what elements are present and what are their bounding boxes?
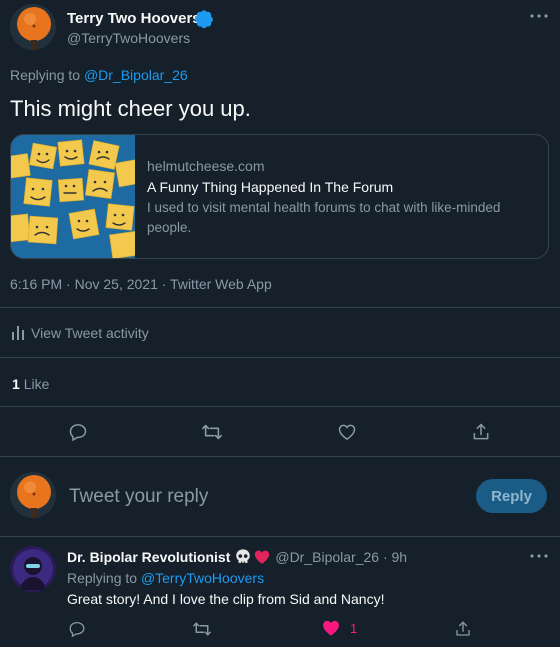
more-icon[interactable] — [528, 8, 550, 24]
reply-reply-icon[interactable] — [66, 618, 88, 640]
card-domain: helmutcheese.com — [147, 158, 265, 174]
card-description-line1: I used to visit mental health forums to … — [147, 200, 501, 215]
card-image — [11, 135, 135, 258]
reply-author-name[interactable]: Dr. Bipolar Revolutionist — [67, 549, 230, 565]
replying-to: Replying to @Dr_Bipolar_26 — [10, 67, 188, 83]
share-icon[interactable] — [469, 420, 493, 444]
tweet-activity-link[interactable]: View Tweet activity — [12, 325, 149, 341]
activity-label: View Tweet activity — [31, 325, 149, 341]
reply-button[interactable]: Reply — [476, 479, 547, 513]
reply-more-icon[interactable] — [528, 548, 550, 564]
reply-replying-to: Replying to @TerryTwoHoovers — [67, 570, 264, 586]
card-title: A Funny Thing Happened In The Forum — [147, 179, 394, 195]
reply-author-avatar[interactable] — [10, 546, 56, 592]
tweet-meta[interactable]: 6:16 PM · Nov 25, 2021 · Twitter Web App — [10, 276, 272, 292]
reply-icon[interactable] — [66, 420, 90, 444]
reply-author-handle-time[interactable]: @Dr_Bipolar_26 · 9h — [275, 549, 407, 565]
skull-icon — [234, 548, 252, 566]
link-card[interactable]: helmutcheese.com A Funny Thing Happened … — [10, 134, 549, 259]
divider — [0, 307, 560, 308]
author-handle[interactable]: @TerryTwoHoovers — [67, 30, 190, 46]
verified-icon — [194, 9, 214, 29]
likes-label: Like — [23, 376, 50, 392]
reply-replying-to-link[interactable]: @TerryTwoHoovers — [141, 570, 264, 586]
divider — [0, 357, 560, 358]
composer-avatar — [10, 472, 56, 518]
reply-like-icon — [321, 618, 341, 638]
replying-prefix: Replying to — [10, 67, 81, 83]
heart-icon — [253, 548, 271, 566]
tweet-text: This might cheer you up. — [10, 96, 251, 121]
card-description-line2: people. — [147, 220, 192, 235]
reply-author-row: Dr. Bipolar Revolutionist @Dr_Bipolar_26… — [67, 548, 407, 566]
activity-icon — [12, 326, 24, 340]
reply-text: Great story! And I love the clip from Si… — [67, 591, 385, 607]
reply-input[interactable]: Tweet your reply — [69, 486, 459, 508]
divider — [0, 536, 560, 537]
divider — [0, 406, 560, 407]
reply-retweet-icon[interactable] — [191, 618, 213, 640]
likes-summary[interactable]: 1 Like — [12, 376, 49, 392]
retweet-icon[interactable] — [200, 420, 224, 444]
reply-share-icon[interactable] — [452, 618, 474, 640]
reply-like[interactable]: 1 — [321, 618, 357, 638]
likes-count: 1 — [12, 376, 20, 392]
reply-like-count: 1 — [350, 620, 358, 636]
author-name[interactable]: Terry Two Hoovers — [67, 10, 201, 27]
divider — [0, 456, 560, 457]
reply-replying-prefix: Replying to — [67, 570, 138, 586]
replying-to-link[interactable]: @Dr_Bipolar_26 — [84, 67, 188, 83]
author-avatar[interactable] — [10, 4, 56, 50]
like-icon[interactable] — [335, 420, 359, 444]
